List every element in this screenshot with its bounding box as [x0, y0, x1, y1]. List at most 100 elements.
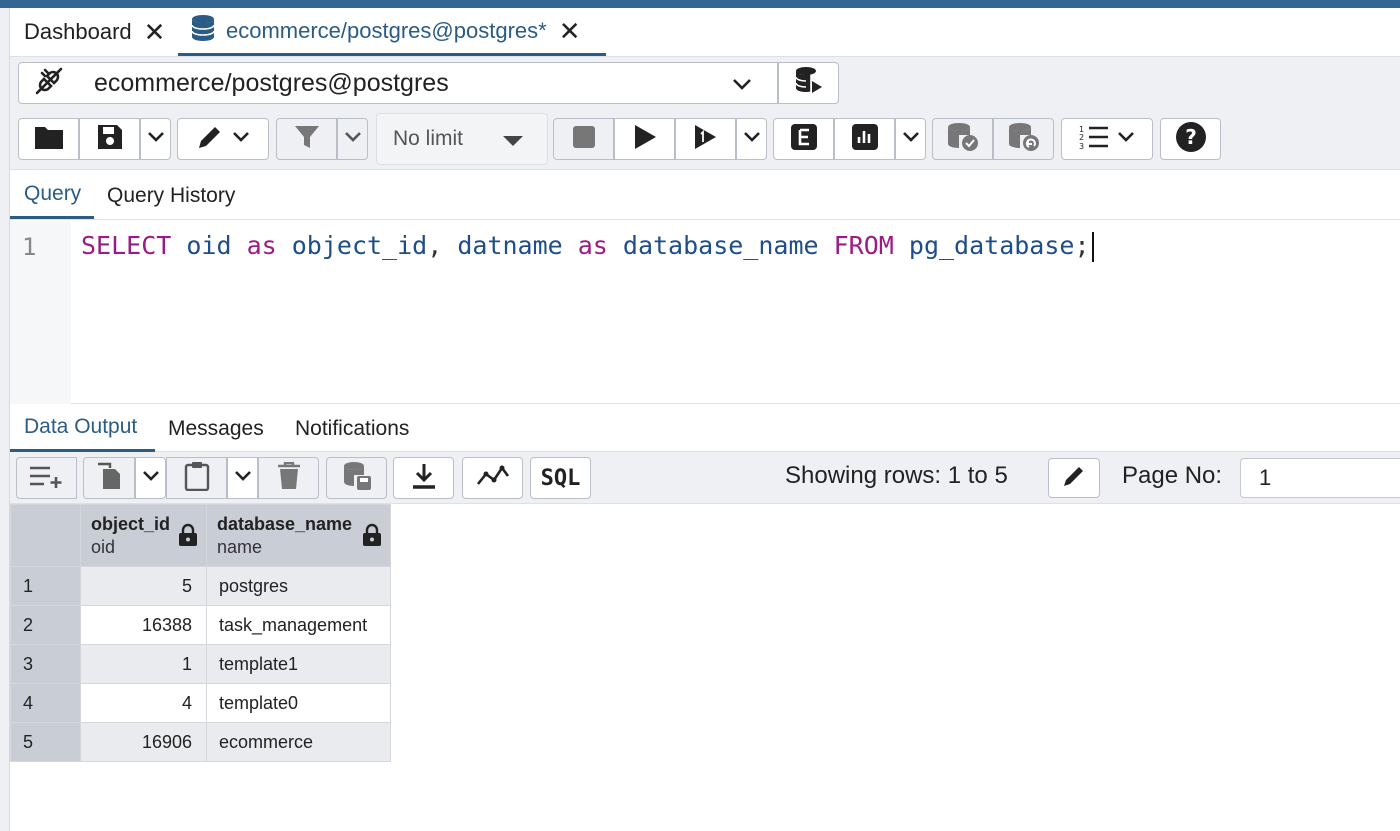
graph-visualiser-button[interactable] [462, 457, 523, 499]
top-accent-bar [0, 0, 1400, 8]
new-connection-button[interactable] [778, 62, 839, 104]
sql-identifier: datname [457, 231, 578, 260]
connection-select[interactable]: ecommerce/postgres@postgres [78, 62, 778, 104]
table-row[interactable]: 2 16388 task_management [10, 605, 391, 645]
sql-punctuation: , [427, 231, 458, 260]
row-number-header[interactable] [10, 504, 81, 567]
database-run-icon [793, 65, 825, 102]
paste-button[interactable] [166, 457, 227, 499]
row-number[interactable]: 3 [10, 644, 81, 684]
clipboard-icon [184, 461, 210, 496]
tab-label: Notifications [295, 416, 410, 440]
copy-options-dropdown[interactable] [135, 457, 166, 499]
cell-object-id[interactable]: 5 [80, 566, 207, 606]
tab-label: ecommerce/postgres@postgres* [226, 17, 547, 43]
copy-button[interactable] [83, 457, 135, 499]
connection-status-button[interactable] [18, 62, 79, 104]
row-number[interactable]: 1 [10, 566, 81, 606]
page-number-input[interactable]: 1 [1240, 458, 1400, 498]
svg-text:3: 3 [1079, 142, 1084, 150]
tab-label: Messages [168, 416, 264, 440]
macros-button[interactable]: 123 [1061, 118, 1153, 160]
svg-text:?: ? [1185, 125, 1197, 149]
stop-icon [572, 125, 596, 154]
commit-button[interactable] [932, 118, 993, 160]
table-row[interactable]: 4 4 template0 [10, 683, 391, 723]
edit-rows-range-button[interactable] [1048, 458, 1100, 498]
filter-options-dropdown[interactable] [337, 118, 368, 160]
paste-options-dropdown[interactable] [227, 457, 258, 499]
chevron-down-icon [902, 128, 920, 151]
text-cursor [1091, 232, 1094, 262]
tab-notifications[interactable]: Notifications [295, 405, 409, 452]
database-check-icon [946, 121, 980, 158]
help-button[interactable]: ? [1160, 118, 1221, 160]
tab-messages[interactable]: Messages [168, 405, 264, 452]
connection-bar: ecommerce/postgres@postgres [10, 57, 1400, 110]
sql-code-line[interactable]: SELECT oid as object_id, datname as data… [81, 231, 1094, 262]
pencil-icon [196, 123, 224, 156]
download-button[interactable] [393, 457, 454, 499]
chevron-down-icon [234, 467, 252, 490]
row-number[interactable]: 2 [10, 605, 81, 645]
sql-keyword: as [577, 231, 608, 260]
cell-database-name[interactable]: template1 [206, 644, 391, 684]
table-row[interactable]: 1 5 postgres [10, 566, 391, 606]
close-icon[interactable]: ✕ [144, 19, 166, 45]
plug-icon [33, 65, 65, 102]
cancel-query-button[interactable] [553, 118, 614, 160]
sql-button[interactable]: SQL [530, 457, 591, 499]
play-script-icon [693, 124, 719, 155]
explain-options-dropdown[interactable] [895, 118, 926, 160]
edit-menu-button[interactable] [177, 118, 269, 160]
tab-query[interactable]: Query [10, 172, 94, 219]
cell-database-name[interactable]: template0 [206, 683, 391, 723]
row-number[interactable]: 4 [10, 683, 81, 723]
cell-database-name[interactable]: ecommerce [206, 722, 391, 762]
tab-label: Data Output [24, 415, 138, 438]
query-toolbar: No limit 123 ? [10, 110, 1400, 170]
execute-button[interactable] [614, 118, 675, 160]
chevron-down-icon [232, 128, 250, 151]
row-number[interactable]: 5 [10, 722, 81, 762]
cell-object-id[interactable]: 16906 [80, 722, 207, 762]
output-tab-bar: Data Output Messages Notifications [10, 405, 1400, 452]
tab-query-tool[interactable]: ecommerce/postgres@postgres* ✕ [178, 8, 606, 56]
add-row-button[interactable] [16, 457, 77, 499]
save-file-button[interactable] [79, 118, 140, 160]
svg-text:2: 2 [1079, 133, 1084, 142]
save-data-button[interactable] [326, 457, 387, 499]
filter-button[interactable] [276, 118, 337, 160]
database-save-icon [342, 461, 372, 496]
column-header-object-id[interactable]: object_id oid [80, 504, 207, 567]
save-options-dropdown[interactable] [140, 118, 171, 160]
delete-button[interactable] [258, 457, 319, 499]
column-header-database-name[interactable]: database_name name [206, 504, 391, 567]
cell-database-name[interactable]: task_management [206, 605, 391, 645]
explain-button[interactable] [773, 118, 834, 160]
execute-script-button[interactable] [675, 118, 736, 160]
rollback-button[interactable] [993, 118, 1054, 160]
tab-data-output[interactable]: Data Output [10, 405, 155, 452]
chevron-down-icon [1117, 128, 1135, 151]
rows-info: Showing rows: 1 to 5 [785, 462, 1008, 489]
close-icon[interactable]: ✕ [559, 18, 581, 44]
page-number-value: 1 [1259, 465, 1272, 490]
cell-object-id[interactable]: 1 [80, 644, 207, 684]
tab-query-history[interactable]: Query History [107, 172, 235, 219]
open-file-button[interactable] [18, 118, 79, 160]
table-row[interactable]: 3 1 template1 [10, 644, 391, 684]
bar-chart-icon [851, 123, 879, 156]
cell-object-id[interactable]: 16388 [80, 605, 207, 645]
left-panel-edge [0, 8, 10, 831]
explain-analyze-button[interactable] [834, 118, 895, 160]
tab-dashboard[interactable]: Dashboard ✕ [24, 8, 165, 56]
sql-editor[interactable]: 1 SELECT oid as object_id, datname as da… [10, 221, 1400, 404]
table-row[interactable]: 5 16906 ecommerce [10, 722, 391, 762]
cell-database-name[interactable]: postgres [206, 566, 391, 606]
execute-options-dropdown[interactable] [736, 118, 767, 160]
rows-limit-select[interactable]: No limit [376, 113, 548, 165]
cell-object-id[interactable]: 4 [80, 683, 207, 723]
sql-keyword: FROM [833, 231, 894, 260]
folder-icon [34, 124, 64, 155]
